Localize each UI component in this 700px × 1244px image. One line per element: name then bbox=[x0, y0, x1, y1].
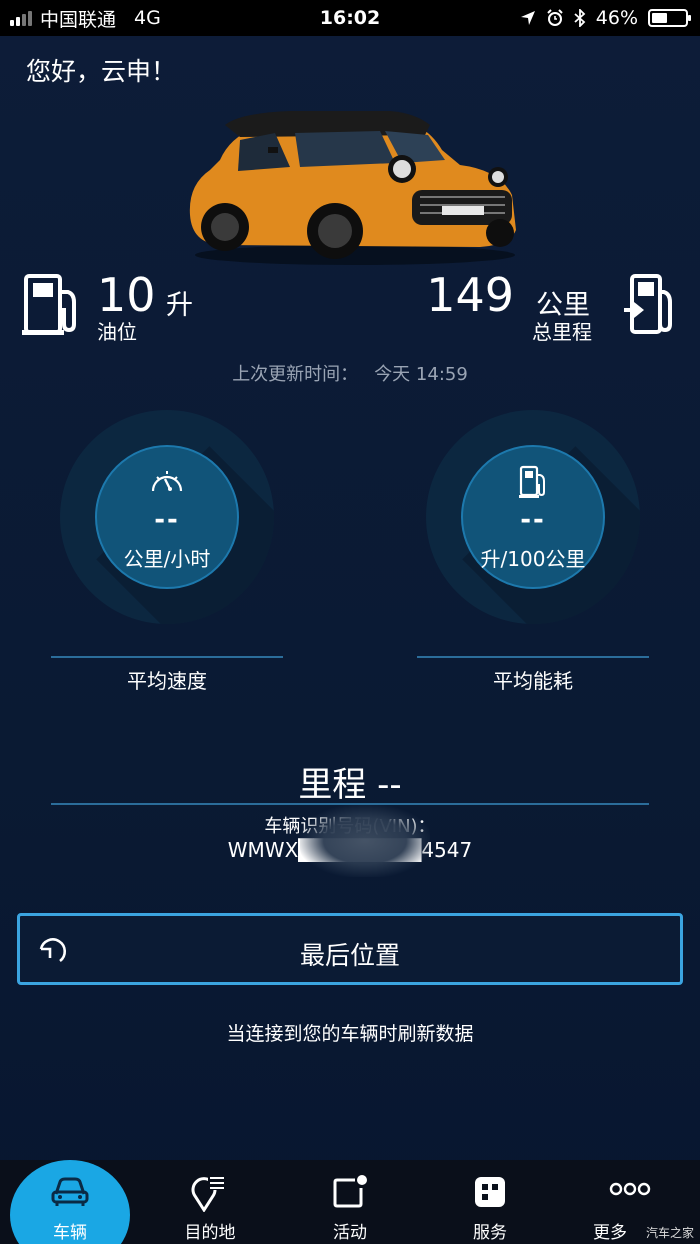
average-consumption-gauge: -- 升/100公里 bbox=[426, 410, 640, 624]
average-speed-value: -- bbox=[154, 505, 180, 535]
watermark: 汽车之家 bbox=[645, 1226, 694, 1240]
divider bbox=[51, 656, 283, 658]
total-mileage-value: 149 bbox=[426, 268, 514, 322]
divider bbox=[417, 656, 649, 658]
range-fuel-icon bbox=[624, 274, 672, 334]
nav-label: 活动 bbox=[333, 1223, 367, 1243]
average-consumption-unit: 升/100公里 bbox=[480, 547, 586, 571]
fuel-pump-icon bbox=[22, 274, 76, 335]
battery-percent: 46% bbox=[595, 7, 638, 29]
last-position-label: 最后位置 bbox=[299, 941, 400, 970]
last-update-time: 今天 14:59 bbox=[374, 364, 468, 385]
nav-tab-destination[interactable]: 目的地 bbox=[140, 1160, 280, 1244]
total-mileage-label: 总里程 bbox=[532, 320, 592, 344]
activity-icon bbox=[333, 1175, 367, 1208]
average-speed-unit: 公里/小时 bbox=[123, 547, 211, 571]
nav-tab-vehicle[interactable]: 车辆 bbox=[0, 1160, 140, 1244]
average-speed-gauge: -- 公里/小时 bbox=[60, 410, 274, 624]
car-image bbox=[189, 111, 517, 265]
average-consumption-label: 平均能耗 bbox=[493, 669, 573, 693]
last-update-label: 上次更新时间： bbox=[232, 364, 359, 385]
car-icon bbox=[51, 1177, 89, 1206]
fuel-level-label: 油位 bbox=[97, 320, 137, 344]
nav-tab-services[interactable]: 服务 bbox=[420, 1160, 560, 1244]
refresh-note: 当连接到您的车辆时刷新数据 bbox=[226, 1023, 474, 1045]
battery-icon bbox=[648, 9, 691, 27]
last-update: 上次更新时间： 今天 14:59 bbox=[0, 360, 700, 386]
greeting: 您好，云申！ bbox=[26, 57, 177, 86]
vehicle-page: 中国联通 4G 16:02 46% 您好，云申！ 10 升 油位 149 公里 … bbox=[0, 0, 700, 1244]
alarm-icon bbox=[547, 9, 563, 26]
redaction-blur bbox=[300, 805, 430, 877]
trip-mileage: 里程 -- bbox=[298, 765, 402, 805]
more-icon bbox=[609, 1182, 651, 1196]
fuel-level-unit: 升 bbox=[166, 290, 193, 321]
nav-label: 目的地 bbox=[184, 1223, 236, 1243]
nav-tab-activity[interactable]: 活动 bbox=[280, 1160, 420, 1244]
nav-label: 服务 bbox=[473, 1223, 507, 1243]
fuel-level-value: 10 bbox=[97, 268, 156, 322]
nav-label: 车辆 bbox=[53, 1223, 87, 1243]
average-consumption-value: -- bbox=[520, 505, 546, 535]
average-speed-label: 平均速度 bbox=[127, 669, 207, 693]
last-position-button[interactable]: 最后位置 bbox=[17, 913, 683, 985]
status-bar: 中国联通 4G 16:02 46% bbox=[0, 0, 700, 36]
destination-icon bbox=[191, 1176, 224, 1212]
speedometer-icon bbox=[151, 471, 183, 492]
fuel-pump-icon bbox=[519, 465, 545, 498]
location-icon bbox=[520, 11, 535, 25]
bluetooth-icon bbox=[574, 9, 586, 27]
services-icon bbox=[475, 1177, 505, 1207]
